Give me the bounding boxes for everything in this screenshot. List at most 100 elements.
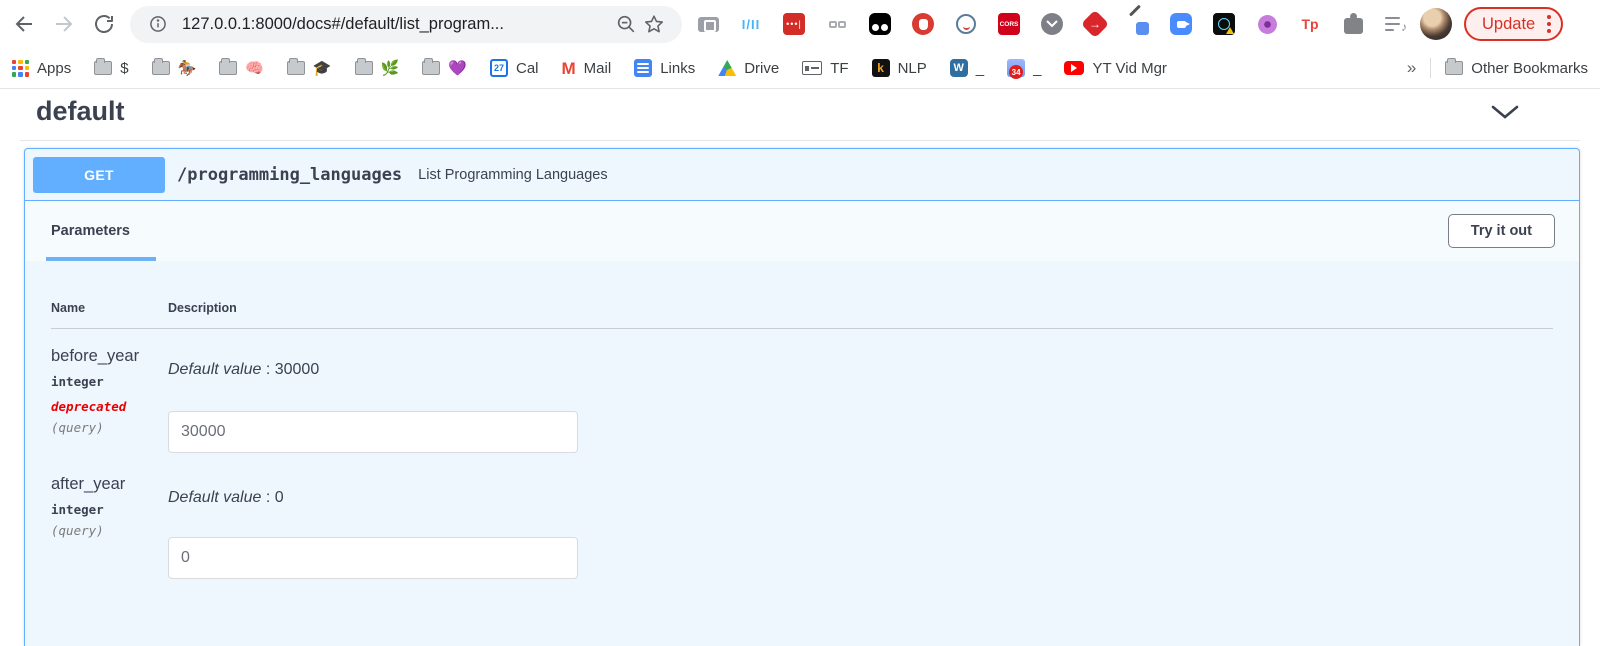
bookmark-calendar[interactable]: 27 Cal xyxy=(490,59,539,77)
flower-icon[interactable] xyxy=(1255,12,1279,36)
stop-hand-icon[interactable] xyxy=(911,12,935,36)
folder-icon xyxy=(94,61,112,75)
parameters-header: Parameters Try it out xyxy=(25,201,1579,261)
gmail-icon: M xyxy=(562,60,576,77)
site-info-icon[interactable] xyxy=(144,10,172,38)
endpoint-summary: List Programming Languages xyxy=(418,167,607,183)
pocket-icon[interactable] xyxy=(1040,12,1064,36)
bookmark-label: _ xyxy=(976,60,984,77)
page-content: default GET /programming_languages List … xyxy=(0,89,1600,646)
section-collapse-button[interactable] xyxy=(1490,101,1520,125)
zoom-camera-icon[interactable] xyxy=(1169,12,1193,36)
reload-button[interactable] xyxy=(88,8,120,40)
calendar-icon: 27 xyxy=(490,59,508,77)
calendar-badge-icon: 34 xyxy=(1007,59,1025,77)
bookmark-folder-grad[interactable]: 🎓 xyxy=(287,59,332,77)
bookmark-calendar-34[interactable]: 34 _ xyxy=(1007,59,1041,77)
profile-avatar[interactable] xyxy=(1420,8,1452,40)
bookmark-tf[interactable]: TF xyxy=(802,60,848,77)
lastpass-icon[interactable]: •••| xyxy=(782,12,806,36)
wordpress-icon: W xyxy=(950,59,968,77)
puzzle-extensions-icon[interactable] xyxy=(1341,12,1365,36)
http-method-badge: GET xyxy=(33,157,165,193)
screenshot-camera-icon[interactable] xyxy=(696,12,720,36)
bookmark-label: Cal xyxy=(516,60,539,77)
forward-button[interactable] xyxy=(48,8,80,40)
react-devtools-icon[interactable] xyxy=(1212,12,1236,36)
back-button[interactable] xyxy=(8,8,40,40)
cors-label: CORS xyxy=(998,13,1020,35)
bookmarks-divider xyxy=(1430,58,1431,78)
parameter-location: (query) xyxy=(51,420,168,435)
bookmark-label: 💜 xyxy=(448,59,467,77)
tab-underline xyxy=(46,257,156,261)
bookmark-star-icon[interactable] xyxy=(640,10,668,38)
browser-menu-icon[interactable] xyxy=(1547,15,1551,33)
bookmark-folder-herb[interactable]: 🌿 xyxy=(355,59,400,77)
bookmark-youtube[interactable]: YT Vid Mgr xyxy=(1064,60,1166,77)
other-bookmarks[interactable]: Other Bookmarks xyxy=(1445,60,1588,77)
youtube-icon xyxy=(1064,61,1084,75)
browser-update-button[interactable]: Update xyxy=(1464,7,1563,41)
bookmark-folder-dollar[interactable]: $ xyxy=(94,60,128,77)
parameter-location: (query) xyxy=(51,523,168,538)
column-header-description: Description xyxy=(168,301,1553,315)
extensions-strip: I/II •••| CORS → Tp ♪ xyxy=(696,12,1408,36)
playlist-music-icon[interactable]: ♪ xyxy=(1384,12,1408,36)
bookmark-label: Drive xyxy=(744,60,779,77)
card-icon xyxy=(802,61,822,75)
zoom-out-icon[interactable] xyxy=(612,10,640,38)
tampermonkey-icon[interactable]: Tp xyxy=(1298,12,1322,36)
vpn-bars-icon[interactable]: I/II xyxy=(739,12,763,36)
bookmark-label: TF xyxy=(830,60,848,77)
bookmark-label: YT Vid Mgr xyxy=(1092,60,1166,77)
folder-icon xyxy=(219,61,237,75)
bookmark-folder-brain[interactable]: 🧠 xyxy=(219,59,264,77)
bookmark-nlp[interactable]: k NLP xyxy=(872,59,927,77)
folder-icon xyxy=(152,61,170,75)
parameter-type: integer xyxy=(51,502,168,517)
address-bar[interactable]: 127.0.0.1:8000/docs#/default/list_progra… xyxy=(130,6,682,43)
bookmarks-overflow-chevron[interactable]: » xyxy=(1407,58,1416,78)
bookmark-gmail[interactable]: M Mail xyxy=(562,60,612,77)
eyedropper-icon[interactable] xyxy=(1126,12,1150,36)
dark-reader-icon[interactable] xyxy=(868,12,892,36)
bookmark-wordpress[interactable]: W _ xyxy=(950,59,984,77)
parameter-row-after-year: after_year integer (query) Default value… xyxy=(51,453,1553,579)
bookmark-label: $ xyxy=(120,60,128,77)
redirect-arrow-icon[interactable]: → xyxy=(1083,12,1107,36)
bookmark-drive[interactable]: Drive xyxy=(718,60,779,77)
other-bookmarks-label: Other Bookmarks xyxy=(1471,60,1588,77)
column-header-name: Name xyxy=(51,301,168,315)
cors-icon[interactable]: CORS xyxy=(997,12,1021,36)
section-title: default xyxy=(36,96,125,127)
opblock-summary[interactable]: GET /programming_languages List Programm… xyxy=(25,149,1579,201)
get-opblock: GET /programming_languages List Programm… xyxy=(24,148,1580,646)
parameter-name: before_year xyxy=(51,347,168,366)
glasses-icon[interactable] xyxy=(825,12,849,36)
bookmark-apps[interactable]: Apps xyxy=(12,60,71,77)
bookmark-folder-horse[interactable]: 🏇 xyxy=(152,59,197,77)
parameter-default-line: Default value : 0 xyxy=(168,489,1553,507)
url-text[interactable]: 127.0.0.1:8000/docs#/default/list_progra… xyxy=(182,15,612,34)
parameter-type: integer xyxy=(51,374,168,389)
parameters-table-header: Name Description xyxy=(51,301,1553,329)
after-year-input[interactable] xyxy=(168,537,578,579)
folder-icon xyxy=(1445,61,1463,75)
folder-icon xyxy=(355,61,373,75)
browser-toolbar: 127.0.0.1:8000/docs#/default/list_progra… xyxy=(0,0,1600,48)
bookmark-label: 🧠 xyxy=(245,59,264,77)
drive-icon xyxy=(718,60,736,76)
parameters-table: Name Description before_year integer dep… xyxy=(25,261,1579,579)
bookmark-links[interactable]: Links xyxy=(634,59,695,77)
endpoint-path[interactable]: /programming_languages xyxy=(177,165,402,185)
bookmark-folder-heart[interactable]: 💜 xyxy=(422,59,467,77)
bookmark-label: 🏇 xyxy=(178,59,197,77)
parameter-default-line: Default value : 30000 xyxy=(168,361,1553,379)
bookmark-label: Links xyxy=(660,60,695,77)
tab-parameters[interactable]: Parameters xyxy=(51,223,130,239)
before-year-input[interactable] xyxy=(168,411,578,453)
try-it-out-button[interactable]: Try it out xyxy=(1448,214,1555,248)
bookmark-label: 🌿 xyxy=(381,59,400,77)
chat-bubble-icon[interactable] xyxy=(954,12,978,36)
